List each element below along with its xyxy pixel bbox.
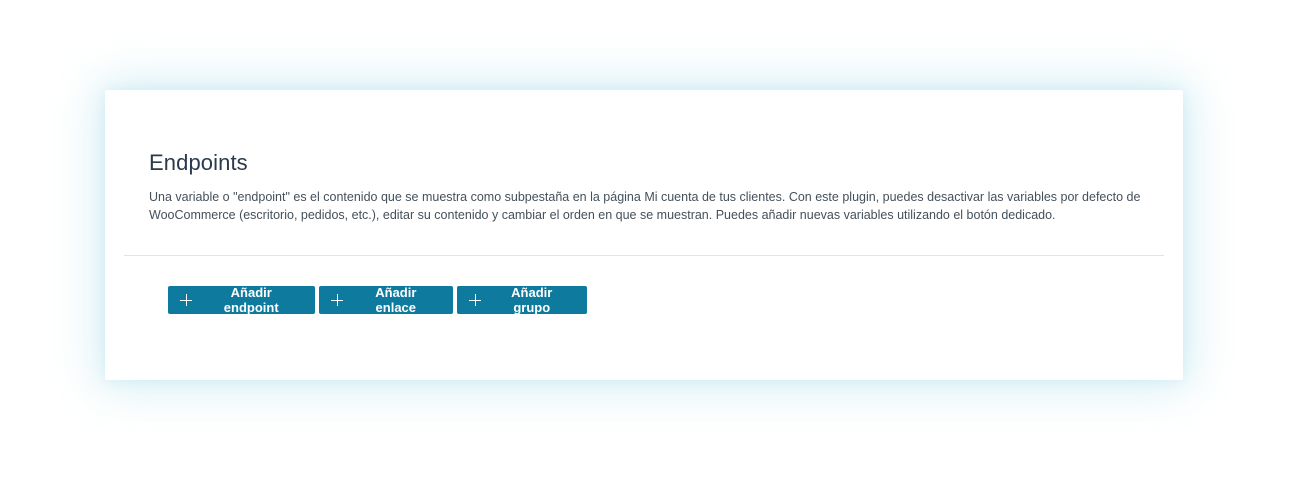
add-link-label: Añadir enlace <box>375 285 417 315</box>
panel-title: Endpoints <box>149 150 248 175</box>
plus-icon <box>331 294 343 306</box>
page-background: Endpoints Una variable o "endpoint" es e… <box>0 0 1300 481</box>
add-endpoint-button[interactable]: Añadir endpoint <box>168 285 315 315</box>
action-buttons: Añadir endpoint Añadir enlace Añadir gru… <box>168 285 587 315</box>
add-group-label: Añadir grupo <box>511 285 553 315</box>
panel-description: Una variable o "endpoint" es el contenid… <box>149 190 1141 222</box>
add-endpoint-label: Añadir endpoint <box>223 285 279 315</box>
plus-icon <box>469 294 481 306</box>
add-link-button[interactable]: Añadir enlace <box>319 285 453 315</box>
divider <box>124 255 1164 256</box>
add-group-button[interactable]: Añadir grupo <box>457 285 587 315</box>
plus-icon <box>180 294 192 306</box>
endpoints-panel: Endpoints Una variable o "endpoint" es e… <box>105 90 1183 380</box>
